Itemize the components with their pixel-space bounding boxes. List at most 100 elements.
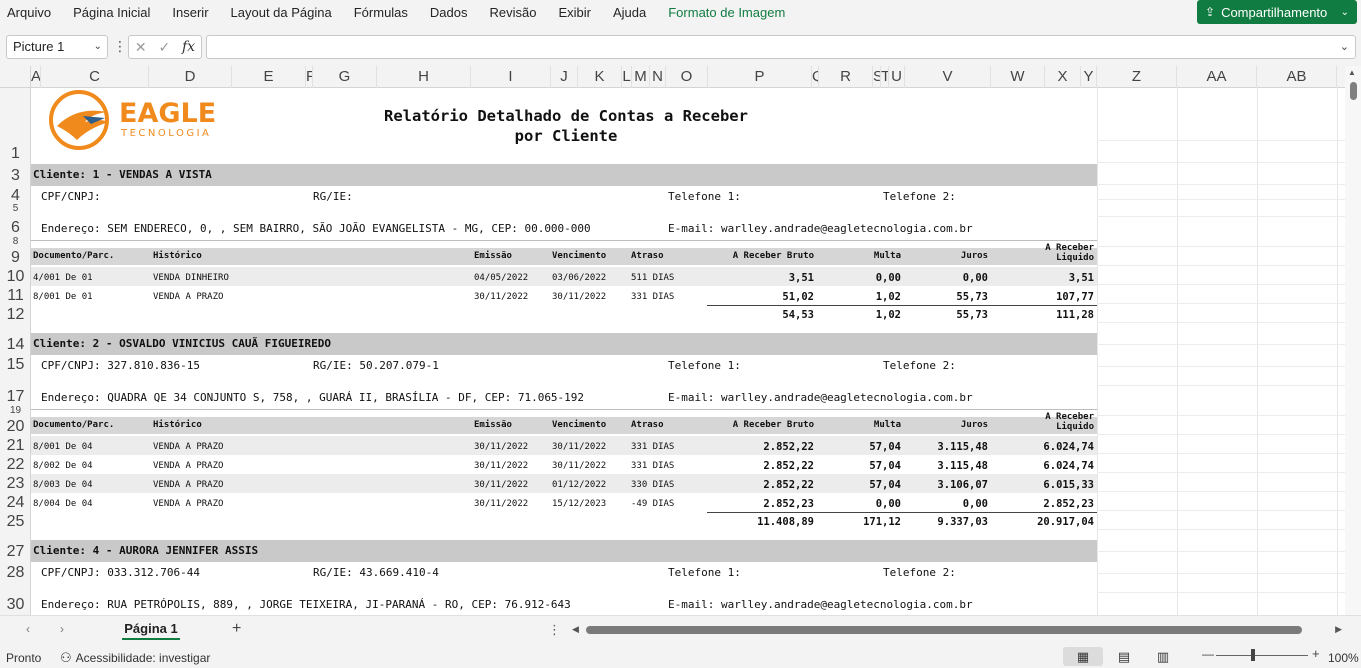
menu-dados[interactable]: Dados bbox=[419, 0, 479, 26]
cell-venc: 03/06/2022 bbox=[552, 273, 607, 283]
menu-revisao[interactable]: Revisão bbox=[479, 0, 548, 26]
row-header[interactable]: 12 bbox=[0, 307, 31, 323]
column-header-s[interactable]: S bbox=[873, 66, 881, 88]
menu-inserir[interactable]: Inserir bbox=[161, 0, 219, 26]
row-header[interactable]: 19 bbox=[0, 406, 31, 416]
insert-function-icon[interactable]: fx bbox=[182, 39, 195, 55]
row-header[interactable]: 21 bbox=[0, 438, 31, 454]
cell-atraso: 330 DIAS bbox=[631, 480, 675, 490]
column-header-x[interactable]: X bbox=[1045, 66, 1081, 88]
select-all-corner[interactable] bbox=[0, 66, 31, 88]
cancel-icon[interactable]: ✕ bbox=[135, 39, 147, 56]
chevron-left-icon[interactable]: ‹ bbox=[26, 622, 30, 636]
column-header-e[interactable]: E bbox=[232, 66, 306, 88]
column-header-m[interactable]: M bbox=[632, 66, 650, 88]
menu-exibir[interactable]: Exibir bbox=[547, 0, 602, 26]
eagle-logo: EAGLE TECNOLOGIA bbox=[49, 90, 216, 150]
column-header-w[interactable]: W bbox=[991, 66, 1045, 88]
column-header-l[interactable]: L bbox=[622, 66, 632, 88]
formula-input[interactable]: ⌄ bbox=[206, 35, 1356, 59]
vertical-scrollbar[interactable]: ▲ bbox=[1345, 66, 1361, 615]
zoom-slider[interactable]: — + bbox=[1202, 646, 1322, 662]
column-header-y[interactable]: Y bbox=[1081, 66, 1097, 88]
column-header-h[interactable]: H bbox=[377, 66, 471, 88]
total-multa: 171,12 bbox=[863, 516, 901, 528]
more-options-icon[interactable]: ⋮ bbox=[113, 38, 127, 55]
more-options-icon[interactable]: ⋮ bbox=[548, 622, 561, 638]
scroll-thumb[interactable] bbox=[586, 626, 1302, 634]
row-header[interactable]: 27 bbox=[0, 544, 31, 560]
share-button[interactable]: ⇪ Compartilhamento ⌄ bbox=[1197, 0, 1357, 24]
scroll-right-icon[interactable]: ▶ bbox=[1335, 624, 1342, 635]
row-header[interactable]: 4 bbox=[0, 188, 31, 204]
menu-pagina-inicial[interactable]: Página Inicial bbox=[62, 0, 161, 26]
column-header-z[interactable]: Z bbox=[1097, 66, 1177, 88]
row-header[interactable]: 1 bbox=[0, 146, 31, 162]
horizontal-scrollbar[interactable]: ◀ ▶ bbox=[572, 624, 1342, 636]
row-header[interactable]: 10 bbox=[0, 269, 31, 285]
menu-formato-imagem[interactable]: Formato de Imagem bbox=[657, 0, 796, 26]
column-header-k[interactable]: K bbox=[578, 66, 622, 88]
cell-multa: 57,04 bbox=[869, 441, 901, 453]
column-header-u[interactable]: U bbox=[889, 66, 905, 88]
column-header-g[interactable]: G bbox=[313, 66, 377, 88]
sheet-tab-pagina-1[interactable]: Página 1 bbox=[110, 616, 192, 642]
row-header[interactable]: 24 bbox=[0, 495, 31, 511]
scroll-thumb[interactable] bbox=[1350, 82, 1357, 100]
zoom-in-icon[interactable]: + bbox=[1312, 646, 1320, 661]
row-header[interactable]: 15 bbox=[0, 357, 31, 373]
zoom-level[interactable]: 100% bbox=[1328, 651, 1359, 665]
report-picture[interactable]: EAGLE TECNOLOGIA Relatório Detalhado de … bbox=[31, 88, 1097, 615]
column-header-ab[interactable]: AB bbox=[1257, 66, 1337, 88]
confirm-icon[interactable]: ✓ bbox=[158, 39, 170, 56]
column-header-n[interactable]: N bbox=[650, 66, 666, 88]
row-header[interactable]: 14 bbox=[0, 337, 31, 353]
column-header-j[interactable]: J bbox=[551, 66, 578, 88]
add-sheet-icon[interactable]: + bbox=[232, 620, 241, 638]
menu-layout-pagina[interactable]: Layout da Página bbox=[220, 0, 343, 26]
name-box[interactable]: Picture 1 ⌄ bbox=[6, 35, 108, 59]
row-header[interactable]: 6 bbox=[0, 220, 31, 236]
row-header[interactable]: 22 bbox=[0, 457, 31, 473]
column-header-d[interactable]: D bbox=[149, 66, 232, 88]
column-header-c[interactable]: C bbox=[41, 66, 149, 88]
expand-formula-icon[interactable]: ⌄ bbox=[1340, 40, 1349, 53]
menu-ajuda[interactable]: Ajuda bbox=[602, 0, 657, 26]
row-header[interactable]: 9 bbox=[0, 250, 31, 266]
header-multa: Multa bbox=[873, 251, 901, 261]
row-header[interactable]: 5 bbox=[0, 204, 31, 214]
row-header[interactable]: 28 bbox=[0, 565, 31, 581]
column-header-r[interactable]: R bbox=[819, 66, 873, 88]
row-header[interactable]: 3 bbox=[0, 168, 31, 184]
row-header[interactable]: 25 bbox=[0, 514, 31, 530]
client-address: Endereço: RUA PETRÓPOLIS, 889, , JORGE T… bbox=[41, 598, 571, 611]
row-header[interactable]: 23 bbox=[0, 476, 31, 492]
zoom-knob[interactable] bbox=[1251, 649, 1255, 661]
chevron-right-icon[interactable]: › bbox=[60, 622, 64, 636]
column-header-q[interactable]: Q bbox=[812, 66, 819, 88]
scroll-left-icon[interactable]: ◀ bbox=[572, 624, 579, 635]
column-header-o[interactable]: O bbox=[666, 66, 708, 88]
scroll-up-icon[interactable]: ▲ bbox=[1348, 68, 1356, 77]
normal-view-icon[interactable]: ▦ bbox=[1063, 647, 1103, 666]
row-header[interactable]: 17 bbox=[0, 389, 31, 405]
row-header[interactable]: 8 bbox=[0, 237, 31, 247]
column-header-t[interactable]: T bbox=[881, 66, 889, 88]
column-header-aa[interactable]: AA bbox=[1177, 66, 1257, 88]
column-header-f[interactable]: F bbox=[306, 66, 313, 88]
page-break-view-icon[interactable]: ▥ bbox=[1143, 647, 1183, 666]
column-header-a[interactable]: A bbox=[31, 66, 41, 88]
worksheet[interactable]: A C D E F G H I J K L M N O P Q R S T U … bbox=[0, 66, 1361, 615]
column-header-i[interactable]: I bbox=[471, 66, 551, 88]
zoom-out-icon[interactable]: — bbox=[1202, 647, 1214, 661]
accessibility-status[interactable]: ⚇ Acessibilidade: investigar bbox=[60, 650, 210, 666]
row-header[interactable]: 30 bbox=[0, 597, 31, 613]
menu-formulas[interactable]: Fórmulas bbox=[343, 0, 419, 26]
column-header-p[interactable]: P bbox=[708, 66, 812, 88]
menu-arquivo[interactable]: Arquivo bbox=[0, 0, 62, 26]
row-header[interactable]: 11 bbox=[0, 288, 31, 304]
page-layout-view-icon[interactable]: ▤ bbox=[1104, 647, 1144, 666]
row-header[interactable]: 20 bbox=[0, 419, 31, 435]
column-header-v[interactable]: V bbox=[905, 66, 991, 88]
header-documento: Documento/Parc. bbox=[33, 251, 115, 261]
